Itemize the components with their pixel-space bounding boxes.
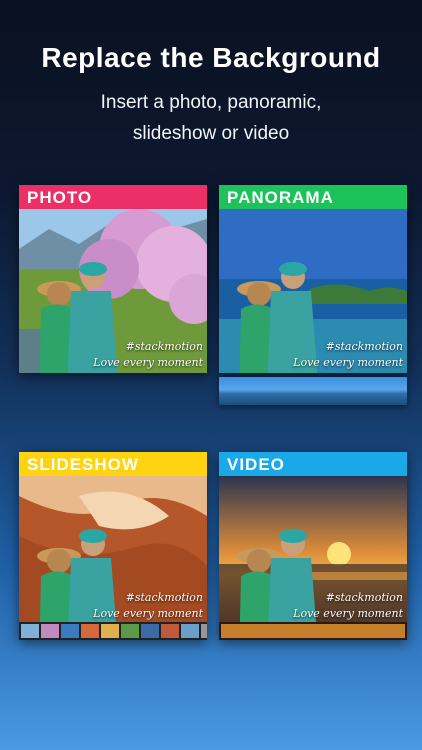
slideshow-card-label: SLIDESHOW (19, 452, 207, 476)
photo-card-label: PHOTO (19, 185, 207, 209)
slideshow-caption-tag: #stackmotion (125, 591, 203, 604)
photo-caption-tag: #stackmotion (125, 340, 203, 353)
subtitle-line-2: slideshow or video (132, 123, 290, 144)
photo-caption-line: Love every moment (93, 356, 203, 369)
page-title: Replace the Background (41, 42, 381, 73)
subtitle-line-1: Insert a photo, panoramic, (100, 92, 322, 113)
panorama-card[interactable]: PANORAMA #stackmotion Love every moment (219, 185, 407, 373)
video-caption-line: Love every moment (293, 607, 403, 620)
video-caption-tag: #stackmotion (325, 591, 403, 604)
panorama-caption-tag: #stackmotion (325, 340, 403, 353)
panorama-card-label: PANORAMA (219, 185, 407, 209)
panorama-caption-line: Love every moment (293, 356, 403, 369)
video-frame-strip (219, 622, 407, 640)
photo-card[interactable]: PHOTO #stackmotion Love every moment (19, 185, 207, 373)
slideshow-caption-line: Love every moment (93, 607, 203, 620)
slideshow-card[interactable]: SLIDESHOW #stackmotion Love every moment (19, 452, 207, 640)
video-card-label: VIDEO (219, 452, 407, 476)
slideshow-thumbnail-strip (19, 622, 207, 640)
panorama-strip (219, 377, 407, 405)
video-card[interactable]: VIDEO #stackmotion Love every moment (219, 452, 407, 640)
